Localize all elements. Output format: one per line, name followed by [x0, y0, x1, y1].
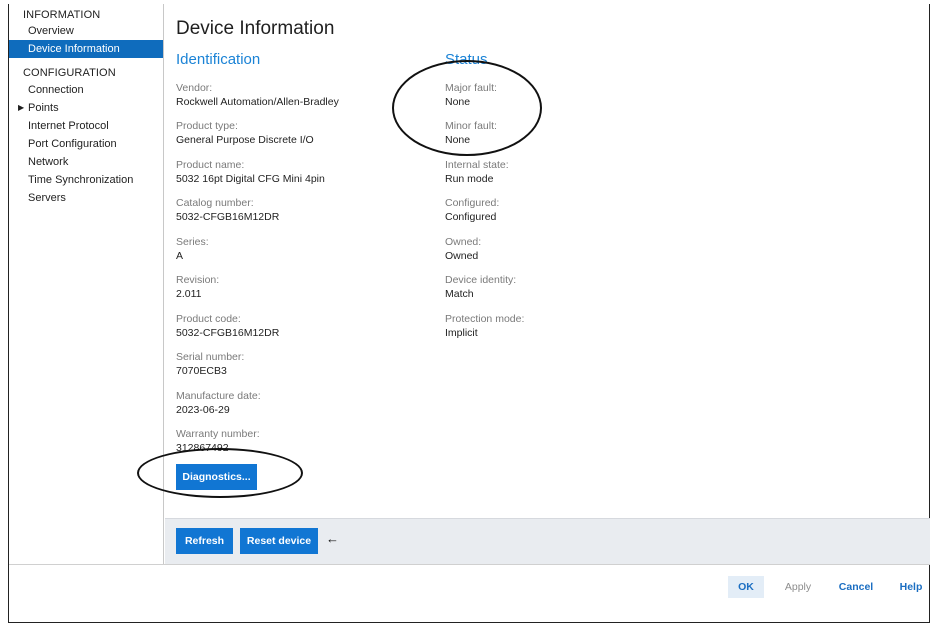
field-label: Product type:: [176, 120, 238, 132]
field-value: 5032-CFGB16M12DR: [176, 211, 280, 223]
field-value: A: [176, 250, 184, 262]
refresh-button[interactable]: Refresh: [176, 528, 233, 554]
field-label: Vendor:: [176, 82, 213, 94]
field-value: 7070ECB3: [176, 365, 227, 377]
field-catalog-number: Catalog number: 5032-CFGB16M12DR: [176, 197, 279, 224]
page-title: Device Information: [176, 18, 335, 39]
field-product-name: Product name: 5032 16pt Digital CFG Mini…: [176, 159, 325, 186]
field-value: General Purpose Discrete I/O: [176, 134, 314, 146]
field-vendor: Vendor: Rockwell Automation/Allen-Bradle…: [176, 82, 339, 109]
field-label: Series:: [176, 236, 209, 248]
field-protection-mode: Protection mode: Implicit: [445, 313, 524, 340]
sidebar-item-connection[interactable]: Connection: [9, 81, 163, 99]
main-panel: Device Information Identification Status…: [165, 4, 930, 518]
field-value: 2023-06-29: [176, 404, 230, 416]
ok-button[interactable]: OK: [728, 576, 764, 598]
field-value: Implicit: [445, 327, 478, 339]
identification-heading: Identification: [176, 51, 261, 68]
field-product-code: Product code: 5032-CFGB16M12DR: [176, 313, 279, 340]
field-value: Configured: [445, 211, 497, 223]
sidebar: INFORMATION Overview Device Information …: [9, 4, 164, 564]
field-device-identity: Device identity: Match: [445, 274, 516, 301]
field-label: Manufacture date:: [176, 390, 261, 402]
field-series: Series: A: [176, 236, 209, 263]
field-owned: Owned: Owned: [445, 236, 481, 263]
field-label: Owned:: [445, 236, 482, 248]
field-major-fault: Major fault: None: [445, 82, 497, 109]
field-serial-number: Serial number: 7070ECB3: [176, 351, 244, 378]
field-label: Minor fault:: [445, 120, 497, 132]
sidebar-item-internet-protocol[interactable]: Internet Protocol: [9, 117, 163, 135]
field-label: Serial number:: [176, 351, 245, 363]
diagnostics-button[interactable]: Diagnostics...: [176, 464, 257, 490]
sidebar-item-time-synchronization[interactable]: Time Synchronization: [9, 171, 163, 189]
field-product-type: Product type: General Purpose Discrete I…: [176, 120, 314, 147]
field-warranty-number: Warranty number: 312867492: [176, 428, 260, 455]
field-label: Internal state:: [445, 159, 509, 171]
field-value: None: [445, 134, 471, 146]
field-revision: Revision: 2.011: [176, 274, 219, 301]
reset-device-button[interactable]: Reset device: [240, 528, 318, 554]
left-arrow-icon: ←: [326, 531, 339, 546]
field-label: Catalog number:: [176, 197, 254, 209]
field-value: 5032 16pt Digital CFG Mini 4pin: [176, 173, 325, 185]
sidebar-item-points[interactable]: ▶ Points: [9, 99, 163, 117]
field-minor-fault: Minor fault: None: [445, 120, 497, 147]
sidebar-item-network[interactable]: Network: [9, 153, 163, 171]
field-label: Revision:: [176, 274, 220, 286]
field-manufacture-date: Manufacture date: 2023-06-29: [176, 390, 261, 417]
chevron-right-icon[interactable]: ▶: [18, 99, 24, 117]
field-value: Run mode: [445, 173, 494, 185]
sidebar-header-configuration: CONFIGURATION: [23, 67, 116, 79]
field-value: 5032-CFGB16M12DR: [176, 327, 280, 339]
field-value: 312867492: [176, 442, 229, 454]
field-label: Product code:: [176, 313, 241, 325]
field-internal-state: Internal state: Run mode: [445, 159, 509, 186]
field-label: Protection mode:: [445, 313, 525, 325]
field-label: Product name:: [176, 159, 245, 171]
sidebar-item-servers[interactable]: Servers: [9, 189, 163, 207]
sidebar-item-port-configuration[interactable]: Port Configuration: [9, 135, 163, 153]
field-label: Device identity:: [445, 274, 517, 286]
field-value: Owned: [445, 250, 479, 262]
field-value: None: [445, 96, 471, 108]
field-label: Configured:: [445, 197, 500, 209]
apply-button[interactable]: Apply: [778, 576, 818, 598]
field-label: Warranty number:: [176, 428, 260, 440]
sidebar-header-information: INFORMATION: [23, 9, 101, 21]
field-configured: Configured: Configured: [445, 197, 499, 224]
field-label: Major fault:: [445, 82, 497, 94]
field-value: Rockwell Automation/Allen-Bradley: [176, 96, 339, 108]
field-value: Match: [445, 288, 474, 300]
sidebar-item-overview[interactable]: Overview: [9, 22, 163, 40]
status-heading: Status: [445, 51, 488, 68]
help-button[interactable]: Help: [895, 576, 927, 598]
sidebar-item-device-information[interactable]: Device Information: [9, 40, 163, 58]
field-value: 2.011: [176, 288, 202, 300]
divider: [9, 564, 930, 565]
cancel-button[interactable]: Cancel: [836, 576, 876, 598]
sidebar-item-label: Points: [28, 102, 59, 114]
